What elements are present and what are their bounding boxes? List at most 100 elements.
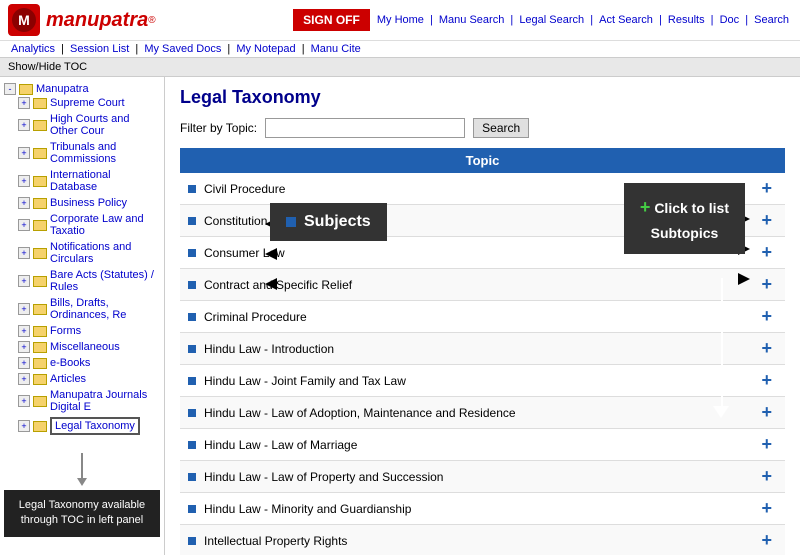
toc-label-3[interactable]: + International Database xyxy=(18,169,160,193)
toc-text-8: Bills, Drafts, Ordinances, Re xyxy=(50,297,160,321)
toc-folder-11 xyxy=(33,358,47,369)
toc-item-6: + Notifications and Circulars xyxy=(18,239,160,267)
header-top: M manupatra® SIGN OFF My Home | Manu Sea… xyxy=(0,0,800,40)
toc-expand-5[interactable]: + xyxy=(18,219,30,231)
nav-manu-search[interactable]: Manu Search xyxy=(439,14,504,26)
topic-plus-btn-2[interactable]: + xyxy=(756,242,777,263)
toc-expand-14[interactable]: + xyxy=(18,420,30,432)
page-title: Legal Taxonomy xyxy=(180,87,785,108)
topic-plus-btn-8[interactable]: + xyxy=(756,434,777,455)
filter-area: Filter by Topic: Search xyxy=(180,118,785,138)
topic-plus-btn-3[interactable]: + xyxy=(756,274,777,295)
toc-label-14[interactable]: + Legal Taxonomy xyxy=(18,417,160,435)
toc-expand-3[interactable]: + xyxy=(18,175,30,187)
topic-name-11: Intellectual Property Rights xyxy=(188,534,347,548)
show-hide-toc-button[interactable]: Show/Hide TOC xyxy=(0,58,800,77)
toc-folder-6 xyxy=(33,248,47,259)
filter-label: Filter by Topic: xyxy=(180,121,257,135)
nav-saved-docs[interactable]: My Saved Docs xyxy=(144,43,221,55)
toc-expand-13[interactable]: + xyxy=(18,395,30,407)
topic-plus-btn-10[interactable]: + xyxy=(756,498,777,519)
topic-plus-btn-6[interactable]: + xyxy=(756,370,777,391)
arrow-left-3-icon xyxy=(265,278,277,290)
topic-bullet-0 xyxy=(188,185,196,193)
nav-doc[interactable]: Doc xyxy=(720,14,740,26)
toc-label-1[interactable]: + High Courts and Other Cour xyxy=(18,113,160,137)
toc-expand-7[interactable]: + xyxy=(18,275,30,287)
toc-text-4: Business Policy xyxy=(50,197,127,209)
toc-expand-8[interactable]: + xyxy=(18,303,30,315)
svg-text:M: M xyxy=(18,12,30,28)
toc-root-text: Manupatra xyxy=(36,83,89,95)
nav-manu-cite[interactable]: Manu Cite xyxy=(311,43,361,55)
toc-root-item: - Manupatra + Supreme Court + xyxy=(4,81,160,439)
topic-label-10[interactable]: Hindu Law - Minority and Guardianship xyxy=(204,502,411,516)
toc-item-12: + Articles xyxy=(18,371,160,387)
topic-plus-btn-0[interactable]: + xyxy=(756,178,777,199)
toc-label-4[interactable]: + Business Policy xyxy=(18,197,160,209)
nav-legal-search[interactable]: Legal Search xyxy=(519,14,584,26)
toc-expand-10[interactable]: + xyxy=(18,341,30,353)
toc-expand-4[interactable]: + xyxy=(18,197,30,209)
toc-label-10[interactable]: + Miscellaneous xyxy=(18,341,160,353)
toc-label-0[interactable]: + Supreme Court xyxy=(18,97,160,109)
topic-label-11[interactable]: Intellectual Property Rights xyxy=(204,534,347,548)
toc-item-8: + Bills, Drafts, Ordinances, Re xyxy=(18,295,160,323)
topic-label-8[interactable]: Hindu Law - Law of Marriage xyxy=(204,438,357,452)
topic-plus-btn-7[interactable]: + xyxy=(756,402,777,423)
toc-folder-12 xyxy=(33,374,47,385)
toc-text-10: Miscellaneous xyxy=(50,341,120,353)
topic-label-5[interactable]: Hindu Law - Introduction xyxy=(204,342,334,356)
toc-folder-0 xyxy=(33,98,47,109)
topic-label-6[interactable]: Hindu Law - Joint Family and Tax Law xyxy=(204,374,406,388)
nav-session-list[interactable]: Session List xyxy=(70,43,129,55)
topic-plus-btn-9[interactable]: + xyxy=(756,466,777,487)
toc-text-2: Tribunals and Commissions xyxy=(50,141,160,165)
toc-expand-6[interactable]: + xyxy=(18,247,30,259)
table-row: Hindu Law - Introduction + xyxy=(180,333,785,365)
nav-my-home[interactable]: My Home xyxy=(377,14,424,26)
nav-notepad[interactable]: My Notepad xyxy=(236,43,295,55)
toc-label-6[interactable]: + Notifications and Circulars xyxy=(18,241,160,265)
topic-bullet-9 xyxy=(188,473,196,481)
toc-expand-9[interactable]: + xyxy=(18,325,30,337)
nav-analytics[interactable]: Analytics xyxy=(11,43,55,55)
toc-label-12[interactable]: + Articles xyxy=(18,373,160,385)
nav-results[interactable]: Results xyxy=(668,14,705,26)
table-row: Hindu Law - Minority and Guardianship + xyxy=(180,493,785,525)
toc-expand-12[interactable]: + xyxy=(18,373,30,385)
topic-label-0[interactable]: Civil Procedure xyxy=(204,182,285,196)
toc-expand-root[interactable]: - xyxy=(4,83,16,95)
nav-act-search[interactable]: Act Search xyxy=(599,14,653,26)
toc-folder-4 xyxy=(33,198,47,209)
topic-plus-btn-11[interactable]: + xyxy=(756,530,777,551)
toc-text-6: Notifications and Circulars xyxy=(50,241,160,265)
nav-search[interactable]: Search xyxy=(754,14,789,26)
search-button[interactable]: Search xyxy=(473,118,529,138)
toc-root-label[interactable]: - Manupatra xyxy=(4,83,160,95)
toc-label-9[interactable]: + Forms xyxy=(18,325,160,337)
header-nav-top: SIGN OFF My Home | Manu Search | Legal S… xyxy=(293,9,792,31)
filter-input[interactable] xyxy=(265,118,465,138)
toc-expand-0[interactable]: + xyxy=(18,97,30,109)
topic-plus-btn-5[interactable]: + xyxy=(756,338,777,359)
topic-plus-btn-1[interactable]: + xyxy=(756,210,777,231)
topic-name-7: Hindu Law - Law of Adoption, Maintenance… xyxy=(188,406,516,420)
toc-label-2[interactable]: + Tribunals and Commissions xyxy=(18,141,160,165)
toc-label-13[interactable]: + Manupatra Journals Digital E xyxy=(18,389,160,413)
toc-label-11[interactable]: + e-Books xyxy=(18,357,160,369)
toc-expand-1[interactable]: + xyxy=(18,119,30,131)
toc-expand-11[interactable]: + xyxy=(18,357,30,369)
toc-label-7[interactable]: + Bare Acts (Statutes) / Rules xyxy=(18,269,160,293)
topic-plus-btn-4[interactable]: + xyxy=(756,306,777,327)
topic-cell-7: Hindu Law - Law of Adoption, Maintenance… xyxy=(180,397,785,428)
topic-label-3[interactable]: Contract and Specific Relief xyxy=(204,278,352,292)
topic-bullet-6 xyxy=(188,377,196,385)
topic-label-7[interactable]: Hindu Law - Law of Adoption, Maintenance… xyxy=(204,406,516,420)
toc-label-5[interactable]: + Corporate Law and Taxatio xyxy=(18,213,160,237)
toc-label-8[interactable]: + Bills, Drafts, Ordinances, Re xyxy=(18,297,160,321)
sign-off-button[interactable]: SIGN OFF xyxy=(293,9,370,31)
toc-expand-2[interactable]: + xyxy=(18,147,30,159)
topic-label-9[interactable]: Hindu Law - Law of Property and Successi… xyxy=(204,470,443,484)
topic-label-4[interactable]: Criminal Procedure xyxy=(204,310,307,324)
